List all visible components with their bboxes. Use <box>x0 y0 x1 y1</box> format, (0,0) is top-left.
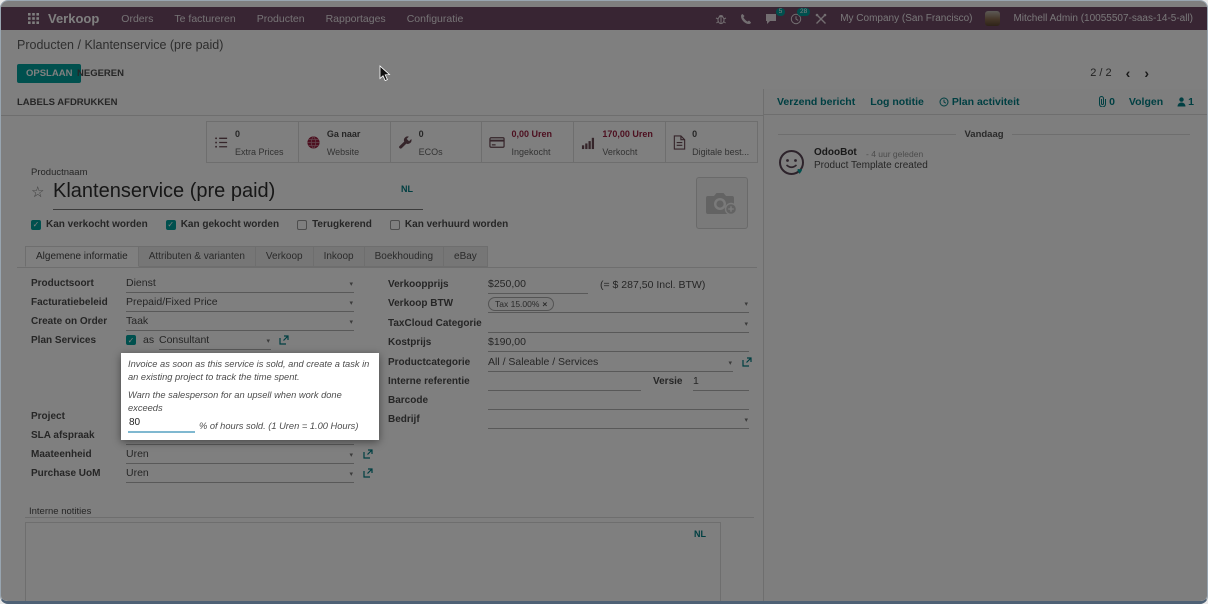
tooltip-text-1: Invoice as soon as this service is sold,… <box>128 358 372 384</box>
app-window: Verkoop Orders Te factureren Producten R… <box>0 0 1208 604</box>
tooltip-text-3: % of hours sold. (1 Uren = 1.00 Hours) <box>199 420 358 433</box>
tooltip-text-2: Warn the salesperson for an upsell when … <box>128 389 372 415</box>
upsell-percentage-input[interactable]: 80 <box>128 416 195 433</box>
mouse-cursor <box>379 65 391 82</box>
upsell-tooltip: Invoice as soon as this service is sold,… <box>121 353 379 440</box>
dim-overlay <box>1 1 1207 601</box>
